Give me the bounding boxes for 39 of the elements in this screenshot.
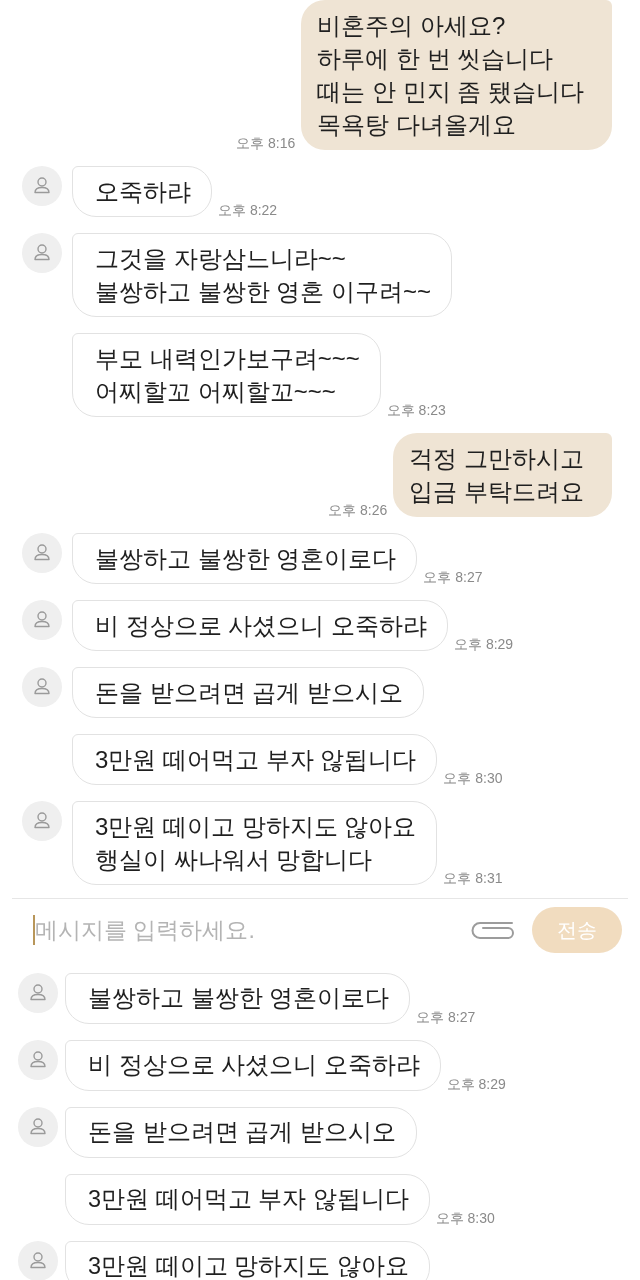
send-button[interactable]: 전송 xyxy=(532,907,622,953)
avatar-icon[interactable] xyxy=(22,801,62,841)
chat-message: 비 정상으로 사셨으니 오죽하랴 xyxy=(65,1040,441,1091)
message-time: 오후 8:29 xyxy=(446,1075,506,1093)
message-time: 오후 8:31 xyxy=(443,869,503,887)
chat-message: 돈을 받으려면 곱게 받으시오 xyxy=(65,1107,417,1158)
message-time: 오후 8:22 xyxy=(218,201,278,219)
chat-message: 3만원 떼어먹고 부자 않됩니다 xyxy=(72,734,438,785)
chat-message: 3만원 떼어먹고 부자 않됩니다 xyxy=(65,1174,430,1225)
avatar-icon[interactable] xyxy=(22,233,62,273)
chat-message: 비혼주의 아세요? 하루에 한 번 씻습니다 때는 안 민지 좀 됐습니다 목욕탕 다녀올게요 xyxy=(301,0,612,150)
chat-message: 걱정 그만하시고 입금 부탁드려요 xyxy=(393,433,612,517)
chat-message: 3만원 떼이고 망하지도 않아요 행실이 싸나워서 망합니다 xyxy=(72,801,438,885)
avatar-icon[interactable] xyxy=(18,1107,58,1147)
chat-message: 부모 내력인가보구려~~~ 어찌할꼬 어찌할꼬~~~ xyxy=(72,333,381,417)
paperclip-icon[interactable] xyxy=(468,919,516,941)
message-time: 오후 8:27 xyxy=(423,568,483,586)
chat-message: 돈을 받으려면 곱게 받으시오 xyxy=(72,667,424,718)
message-time: 오후 8:26 xyxy=(328,501,388,519)
chat-message: 오죽하랴 xyxy=(72,166,212,217)
avatar-icon[interactable] xyxy=(18,1241,58,1280)
avatar-icon[interactable] xyxy=(22,166,62,206)
avatar-icon[interactable] xyxy=(22,533,62,573)
chat-message: 불쌍하고 불쌍한 영혼이로다 xyxy=(65,973,411,1024)
avatar-icon[interactable] xyxy=(18,1040,58,1080)
message-time: 오후 8:29 xyxy=(454,635,514,653)
message-time: 오후 8:27 xyxy=(416,1008,476,1026)
message-time: 오후 8:16 xyxy=(236,134,296,152)
message-time: 오후 8:30 xyxy=(435,1209,495,1227)
message-input[interactable]: 메시지를 입력하세요. xyxy=(35,910,458,950)
chat-message: 3만원 떼이고 망하지도 않아요 xyxy=(65,1241,430,1280)
avatar-icon[interactable] xyxy=(22,600,62,640)
chat-message: 불쌍하고 불쌍한 영혼이로다 xyxy=(72,533,418,584)
chat-message: 비 정상으로 사셨으니 오죽하랴 xyxy=(72,600,448,651)
avatar-icon[interactable] xyxy=(22,667,62,707)
message-time: 오후 8:30 xyxy=(443,769,503,787)
avatar-icon[interactable] xyxy=(18,973,58,1013)
message-time: 오후 8:23 xyxy=(386,401,446,419)
chat-message: 그것을 자랑삼느니라~~ 불쌍하고 불쌍한 영혼 이구려~~ xyxy=(72,233,453,317)
